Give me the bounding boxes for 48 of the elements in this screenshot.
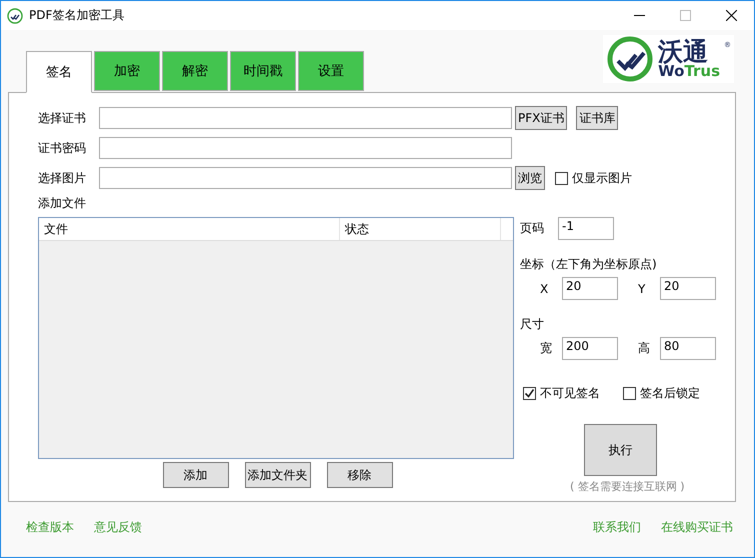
input-field[interactable] xyxy=(99,107,512,129)
field-label: X xyxy=(540,282,550,296)
tab[interactable]: 时间戳 xyxy=(230,51,296,91)
field-label: 页码 xyxy=(520,220,544,237)
field-label: 选择图片 xyxy=(38,170,87,186)
checkbox[interactable] xyxy=(623,387,636,400)
checkbox[interactable] xyxy=(523,387,536,400)
button[interactable]: 添加 xyxy=(162,462,228,488)
column-header[interactable]: 文件 xyxy=(39,218,340,240)
field-label: 选择证书 xyxy=(38,110,87,126)
maximize-icon xyxy=(680,10,690,21)
close-icon xyxy=(726,10,736,21)
input-field[interactable] xyxy=(99,167,512,189)
button[interactable]: 证书库 xyxy=(576,106,618,130)
checkbox-label: 不可见签名 xyxy=(540,385,600,402)
section-label: 尺寸 xyxy=(520,316,545,333)
button[interactable]: 添加文件夹 xyxy=(244,462,310,488)
input-field[interactable]: 200 xyxy=(562,337,618,360)
window-title: PDF签名加密工具 xyxy=(29,7,126,24)
tab[interactable]: 加密 xyxy=(94,51,160,91)
column-header[interactable]: 状态 xyxy=(340,218,501,240)
checkbox-label: 签名后锁定 xyxy=(640,385,700,402)
button[interactable]: PFX证书 xyxy=(515,106,568,130)
field-label: 证书密码 xyxy=(38,140,87,156)
button[interactable]: 浏览 xyxy=(515,166,545,190)
logo-icon xyxy=(606,35,654,83)
hint-text: ( 签名需要连接互联网 ) xyxy=(570,479,686,494)
field-label: 高 xyxy=(638,340,651,357)
file-list[interactable]: 文件 状态 xyxy=(38,217,514,459)
tab[interactable]: 解密 xyxy=(162,51,228,91)
input-field[interactable]: 20 xyxy=(562,277,618,300)
run-button[interactable]: 执行 xyxy=(584,424,657,476)
section-label: 添加文件 xyxy=(38,195,87,212)
input-field[interactable] xyxy=(99,137,512,159)
checkbox-label: 仅显示图片 xyxy=(572,170,632,186)
field-label: Y xyxy=(638,282,646,296)
input-field[interactable]: -1 xyxy=(558,217,614,240)
field-label: 宽 xyxy=(540,340,553,357)
logo-text: 沃通 xyxy=(658,39,708,64)
tab[interactable]: 签名 xyxy=(26,51,92,93)
logo-text: WoTrus xyxy=(658,64,720,79)
checkbox[interactable] xyxy=(555,172,568,184)
button[interactable]: 移除 xyxy=(326,462,392,488)
tab[interactable]: 设置 xyxy=(298,51,364,91)
section-label: 坐标（左下角为坐标原点) xyxy=(520,256,658,273)
app-icon xyxy=(7,8,23,24)
input-field[interactable]: 80 xyxy=(660,337,716,360)
input-field[interactable]: 20 xyxy=(660,277,716,300)
